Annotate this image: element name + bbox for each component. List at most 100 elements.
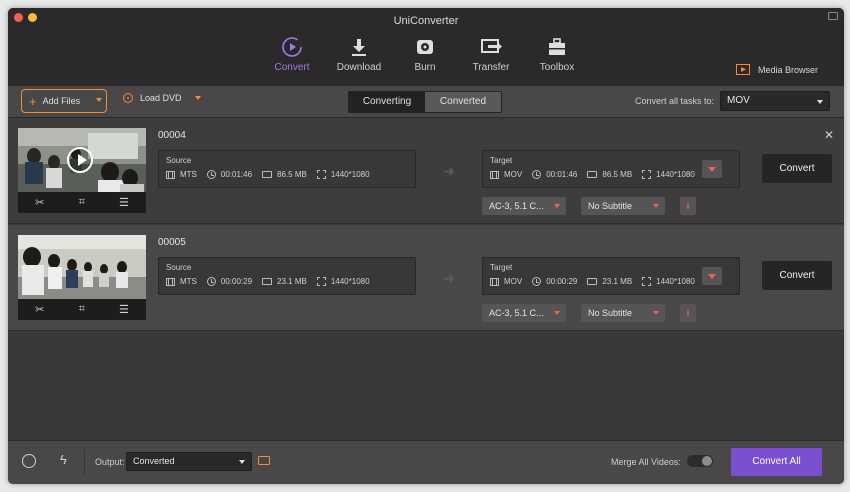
video-preview-image <box>18 128 146 192</box>
toggle-knob <box>702 456 712 466</box>
clock-icon <box>206 277 216 286</box>
subtitle-select[interactable]: No Subtitle <box>581 197 665 215</box>
close-icon[interactable]: ✕ <box>824 128 834 142</box>
convert-all-tasks-label: Convert all tasks to: <box>635 96 715 106</box>
divider <box>84 449 85 475</box>
load-dvd-button[interactable]: Load DVD <box>123 93 201 103</box>
info-button[interactable]: i <box>680 304 696 322</box>
target-resolution: 1440*1080 <box>656 277 695 286</box>
crop-icon[interactable]: ⌗ <box>79 196 85 209</box>
target-duration: 00:01:46 <box>546 170 578 179</box>
convert-all-format-value: MOV <box>727 95 750 106</box>
lightning-icon[interactable]: ϟ <box>60 452 67 467</box>
file-row: ✂ ⌗ ☰ 00005 Source MTS 00:00:29 23.1 MB … <box>8 225 844 331</box>
bottom-bar: ϟ Output: Converted Merge All Videos: Co… <box>8 440 844 484</box>
tab-converting[interactable]: Converting <box>349 92 425 112</box>
chevron-down-icon <box>817 100 823 104</box>
tab-converted[interactable]: Converted <box>425 92 501 112</box>
convert-button[interactable]: Convert <box>762 261 832 290</box>
source-size: 23.1 MB <box>277 277 307 286</box>
audio-track-value: AC-3, 5.1 C... <box>489 308 544 318</box>
dvd-disc-icon <box>123 93 133 103</box>
resolution-icon <box>642 170 652 179</box>
burn-disc-icon <box>390 36 460 58</box>
convert-all-button[interactable]: Convert All <box>731 448 822 476</box>
source-resolution: 1440*1080 <box>330 170 370 179</box>
target-format-dropdown[interactable] <box>702 267 722 285</box>
transfer-icon <box>456 36 526 58</box>
tab-burn[interactable]: Burn <box>390 36 460 73</box>
tab-convert[interactable]: Convert <box>257 36 327 73</box>
film-icon <box>166 277 175 286</box>
source-format: MTS <box>180 170 197 179</box>
audio-track-select[interactable]: AC-3, 5.1 C... <box>482 197 566 215</box>
resolution-icon <box>642 277 652 286</box>
film-icon <box>166 170 175 179</box>
effects-sliders-icon[interactable]: ☰ <box>119 303 129 316</box>
add-files-dropdown-icon[interactable] <box>96 98 102 102</box>
resolution-icon <box>316 170 326 179</box>
video-thumbnail[interactable]: ✂ ⌗ ☰ <box>18 235 146 320</box>
source-resolution: 1440*1080 <box>330 277 370 286</box>
source-meta: MTS 00:01:46 86.5 MB 1440*1080 <box>166 170 380 179</box>
conversion-status-tabs: Converting Converted <box>348 91 502 113</box>
trim-scissors-icon[interactable]: ✂ <box>35 196 44 209</box>
tab-transfer[interactable]: Transfer <box>456 36 526 73</box>
crop-icon[interactable]: ⌗ <box>79 303 85 316</box>
convert-all-format-select[interactable]: MOV <box>720 91 830 111</box>
resolution-icon <box>316 277 326 286</box>
folder-icon <box>262 278 273 285</box>
source-size: 86.5 MB <box>277 170 307 179</box>
target-meta: MOV 00:01:46 86.5 MB 1440*1080 <box>490 170 705 179</box>
thumbnail-edit-tools: ✂ ⌗ ☰ <box>18 192 146 213</box>
output-label: Output: <box>95 457 125 467</box>
subtitle-value: No Subtitle <box>588 201 633 211</box>
title-bar: UniConverter Convert Download Burn Trans… <box>8 8 844 86</box>
merge-all-label: Merge All Videos: <box>611 457 681 467</box>
alarm-clock-icon[interactable] <box>22 454 36 468</box>
effects-sliders-icon[interactable]: ☰ <box>119 196 129 209</box>
add-files-button[interactable]: + Add Files <box>21 89 107 113</box>
load-dvd-label: Load DVD <box>140 93 182 103</box>
tab-transfer-label: Transfer <box>472 62 510 73</box>
merge-all-toggle[interactable] <box>687 455 713 467</box>
source-duration: 00:00:29 <box>220 277 253 286</box>
video-preview-image <box>18 235 146 299</box>
tab-toolbox[interactable]: Toolbox <box>522 36 592 73</box>
film-icon <box>490 170 499 179</box>
output-location-value: Converted <box>133 456 175 466</box>
tab-download-label: Download <box>336 62 382 73</box>
load-dvd-dropdown-icon[interactable] <box>194 96 201 100</box>
subtitle-select[interactable]: No Subtitle <box>581 304 665 322</box>
target-size: 23.1 MB <box>602 277 633 286</box>
source-info-box: Source MTS 00:00:29 23.1 MB 1440*1080 <box>158 257 416 295</box>
target-duration: 00:00:29 <box>546 277 578 286</box>
target-format-dropdown[interactable] <box>702 160 722 178</box>
open-folder-icon[interactable] <box>258 456 270 465</box>
download-icon <box>324 36 394 58</box>
convert-button[interactable]: Convert <box>762 154 832 183</box>
output-location-select[interactable]: Converted <box>126 452 252 471</box>
clock-icon <box>532 170 542 179</box>
subtitle-value: No Subtitle <box>588 308 633 318</box>
source-info-box: Source MTS 00:01:46 86.5 MB 1440*1080 <box>158 150 416 188</box>
trim-scissors-icon[interactable]: ✂ <box>35 303 44 316</box>
source-label: Source <box>166 156 192 165</box>
audio-track-select[interactable]: AC-3, 5.1 C... <box>482 304 566 322</box>
video-thumbnail[interactable]: ✂ ⌗ ☰ <box>18 128 146 213</box>
info-button[interactable]: i <box>680 197 696 215</box>
play-icon[interactable] <box>67 147 93 173</box>
film-icon <box>490 277 499 286</box>
clock-icon <box>532 277 542 286</box>
target-resolution: 1440*1080 <box>656 170 695 179</box>
tab-burn-label: Burn <box>414 62 436 73</box>
clock-icon <box>206 170 216 179</box>
source-meta: MTS 00:00:29 23.1 MB 1440*1080 <box>166 277 380 286</box>
tab-download[interactable]: Download <box>324 36 394 73</box>
folder-icon <box>587 171 598 178</box>
feedback-icon[interactable] <box>828 12 838 20</box>
media-browser-button[interactable]: Media Browser <box>735 64 818 75</box>
tab-toolbox-label: Toolbox <box>539 62 575 73</box>
chevron-down-icon <box>653 204 659 208</box>
target-format: MOV <box>504 170 523 179</box>
